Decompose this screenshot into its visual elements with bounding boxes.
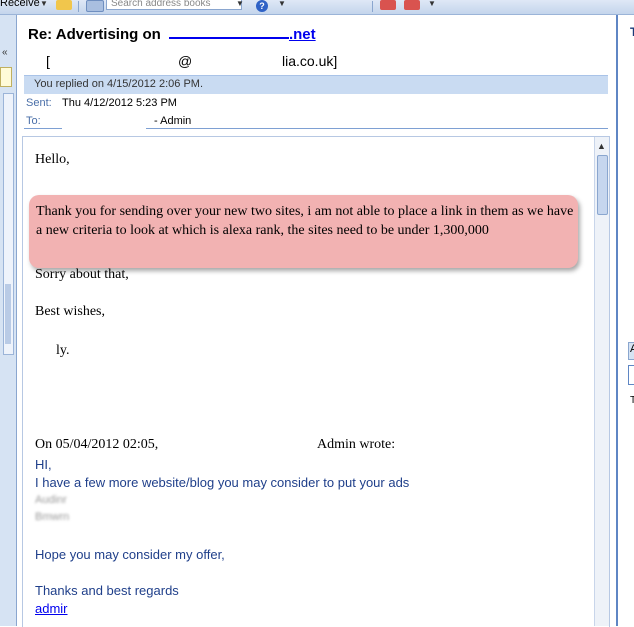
- chevron-down-icon[interactable]: ▼: [428, 0, 436, 8]
- blurred-site-name: Audinr: [35, 494, 67, 506]
- sent-value: Thu 4/12/2012 5:23 PM: [62, 97, 177, 109]
- todo-item-letter: T: [630, 395, 634, 406]
- sender-bracket-open: [: [46, 53, 50, 69]
- new-task-input[interactable]: [628, 365, 634, 385]
- help-icon[interactable]: ?: [256, 0, 268, 12]
- reading-pane: Re: Advertising on .net [ @ lia.co.uk] Y…: [18, 15, 614, 627]
- chevron-down-icon[interactable]: ▼: [278, 0, 286, 8]
- sender-at-sign: @: [178, 53, 193, 69]
- sender-email-partial: lia.co.uk]: [282, 53, 338, 69]
- navigation-scrollbar[interactable]: [3, 93, 14, 355]
- collapse-chevron-icon[interactable]: «: [2, 47, 8, 58]
- to-label: To:: [26, 115, 41, 127]
- header-divider: [146, 128, 608, 129]
- address-book-icon[interactable]: [86, 0, 104, 12]
- sent-label: Sent:: [26, 97, 52, 109]
- toolbar-divider: [372, 1, 373, 12]
- scrollbar-thumb[interactable]: [597, 155, 608, 215]
- to-value[interactable]: - Admin: [154, 115, 191, 127]
- subject-text: Re: Advertising on: [28, 26, 161, 43]
- highlighted-text: Thank you for sending over your new two …: [36, 204, 574, 238]
- quote-header-start: On 05/04/2012 02:05,: [35, 437, 159, 452]
- message-subject: Re: Advertising on .net: [28, 26, 316, 43]
- send-receive-button[interactable]: Receive: [0, 0, 40, 9]
- replied-notice: You replied on 4/15/2012 2:06 PM.: [34, 78, 204, 90]
- blurred-site-name: Bmwrn: [35, 511, 70, 523]
- todo-bar-header: A: [628, 342, 634, 360]
- redacted-domain: [168, 37, 289, 39]
- greeting-text: Hello,: [35, 152, 70, 167]
- quote-line: Thanks and best regards: [35, 583, 179, 598]
- quote-signature-link[interactable]: admir: [35, 601, 68, 616]
- subject-link[interactable]: .net: [289, 26, 316, 43]
- chevron-down-icon[interactable]: ▼: [40, 0, 48, 8]
- signoff-text: Best wishes,: [35, 304, 105, 319]
- highlighted-paragraph: Thank you for sending over your new two …: [29, 195, 578, 268]
- todo-bar-label: A: [630, 343, 634, 355]
- not-junk-icon[interactable]: [404, 0, 420, 10]
- chevron-down-icon[interactable]: ▼: [236, 0, 244, 8]
- message-body[interactable]: ▲ Hello, Thank you for sending over your…: [22, 136, 610, 627]
- quote-greeting: HI,: [35, 457, 52, 472]
- folder-list-edge[interactable]: [0, 67, 12, 87]
- todo-bar-title: T: [630, 25, 634, 39]
- signature-text: ly.: [56, 343, 70, 358]
- folder-icon[interactable]: [56, 0, 72, 10]
- block-sender-icon[interactable]: [380, 0, 396, 10]
- message-scrollbar[interactable]: ▲: [594, 137, 609, 626]
- quote-line: I have a few more website/blog you may c…: [35, 475, 410, 490]
- quote-line: Hope you may consider my offer,: [35, 547, 225, 562]
- toolbar-divider: [78, 1, 79, 12]
- scroll-up-icon[interactable]: ▲: [597, 141, 606, 151]
- quote-header-end: Admin wrote:: [317, 437, 396, 452]
- navigation-pane-edge: «: [0, 15, 17, 626]
- scrollbar-thumb[interactable]: [5, 284, 11, 344]
- reply-infobar[interactable]: You replied on 4/15/2012 2:06 PM.: [24, 75, 608, 94]
- to-underline: [24, 128, 62, 129]
- search-address-books-input[interactable]: Search address books: [106, 0, 242, 10]
- toolbar: Receive ▼ Search address books ▼ ? ▼ ▼: [0, 0, 634, 15]
- todo-bar-edge: T A T: [616, 15, 634, 626]
- apology-text: Sorry about that,: [35, 267, 129, 282]
